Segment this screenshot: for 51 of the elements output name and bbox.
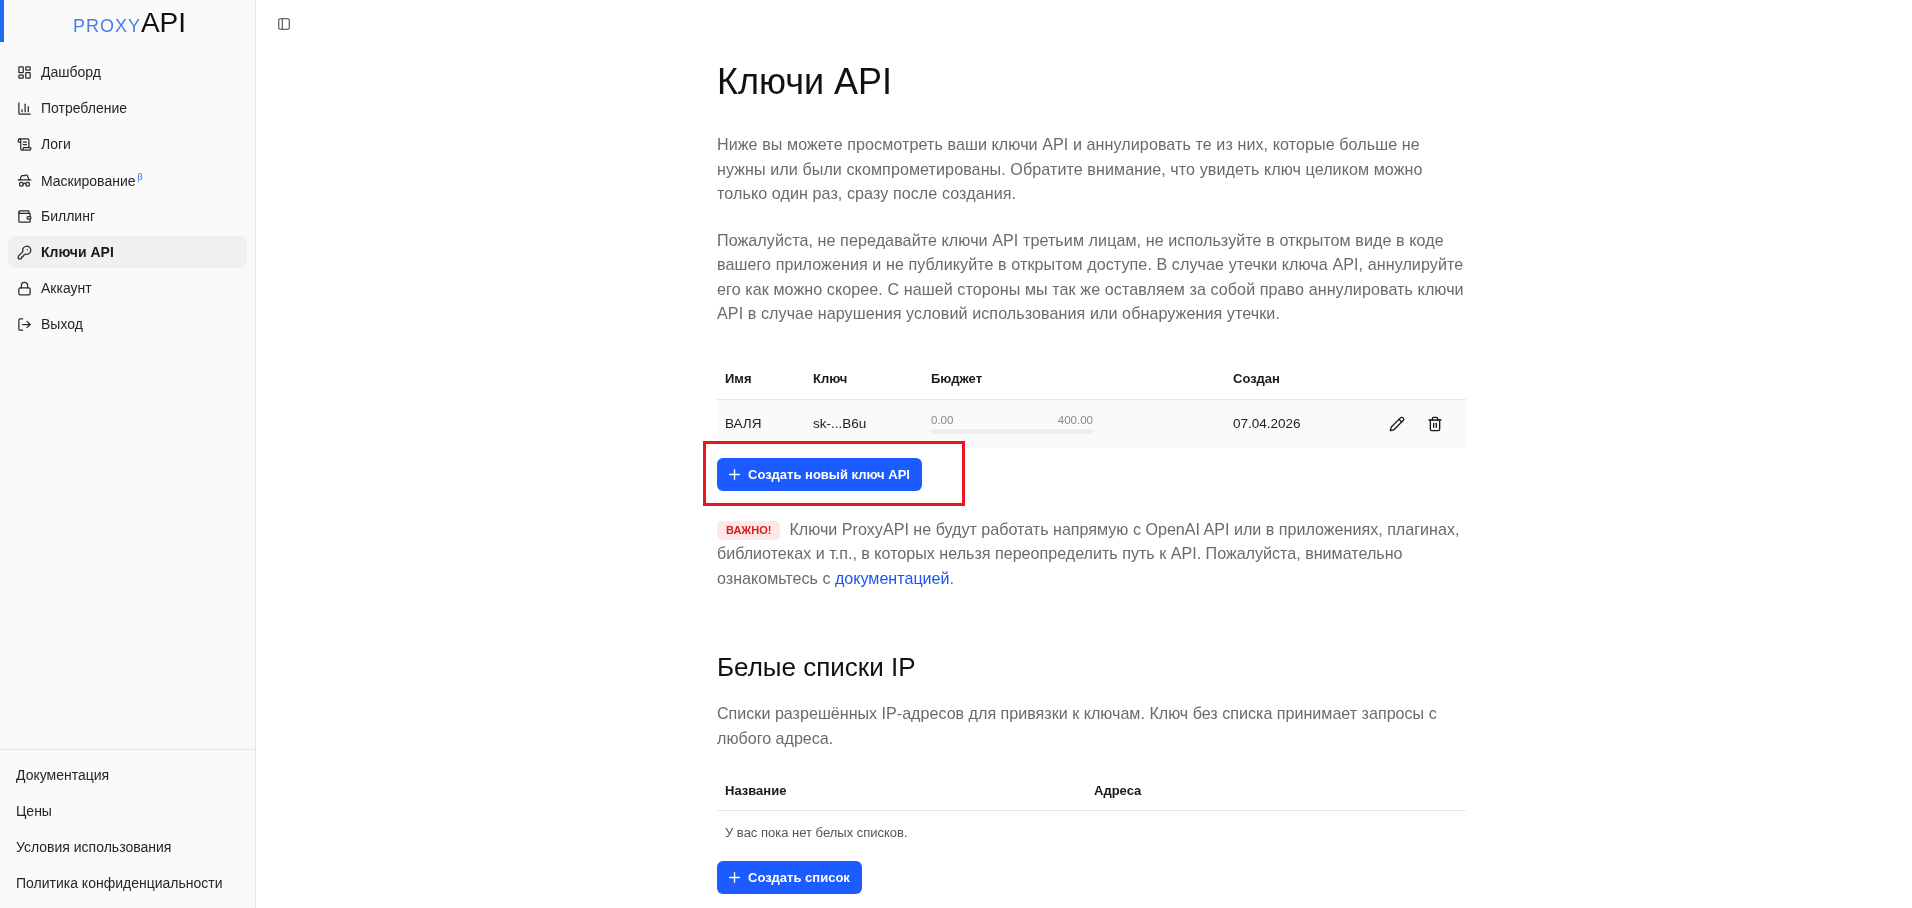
nav-item[interactable]: Биллинг — [8, 200, 247, 232]
table-cell-text: ВАЛЯ — [724, 416, 762, 431]
panel-icon — [277, 17, 291, 31]
edit-button[interactable] — [1389, 415, 1405, 432]
intro-paragraph: Ниже вы можете просмотреть ваши ключи API и аннулировать те из них, которые больше не нужны или были скомпрометированы. Обратите внимание, что увидеть ключ целиком можно только один раз, сразу после создания. — [717, 134, 1424, 204]
column-header: Ключ — [812, 371, 849, 386]
footer-link[interactable]: Политика конфиденциальности — [0, 865, 223, 901]
lock-icon — [17, 280, 32, 296]
trash-icon — [1427, 415, 1443, 432]
dashboard-icon — [17, 64, 32, 80]
footer-link[interactable]: Цены — [0, 793, 52, 829]
section-title: Белые списки IP — [717, 651, 917, 684]
accent-bar — [0, 0, 4, 42]
table-cell-text: sk-...B6u — [812, 416, 867, 431]
nav-item[interactable]: Дашборд — [8, 56, 247, 88]
scroll-icon — [17, 136, 32, 152]
intro-paragraph: Пожалуйста, не передавайте ключи API третьим лицам, не используйте в открытом виде в коде вашего приложения и не публикуйте в открытом доступе. В случае утечки ключа API, аннулируйте его как можно скорее. С нашей стороны мы так же оставляем за собой право аннулировать ключи API в случае нарушения условий использования или обнаружения утечки. — [717, 229, 1465, 324]
nav-item[interactable]: Ключи API — [8, 236, 247, 268]
budget-spent: 0.00 — [931, 413, 954, 426]
plus-icon — [729, 872, 740, 883]
nav-item[interactable]: Потребление — [8, 92, 247, 124]
pencil-icon — [1389, 415, 1405, 432]
hat-glasses-icon — [17, 172, 32, 188]
nav-item[interactable]: Маскирование$^{β}$ — [8, 164, 247, 196]
footer-link[interactable]: Документация — [0, 757, 110, 793]
notice-text: ВАЖНО! Ключи ProxyAPI не будут работать напрямую с OpenAI API или в приложениях, плагинах, библиотеках и т.п., в которых нельзя переопределить путь к API. Пожалуйста, внимательно ознакомьтесь с документацией. — [717, 518, 1461, 589]
column-header: Адреса — [1093, 782, 1143, 798]
documentation-link[interactable]: документацией — [834, 568, 950, 587]
plus-icon — [729, 468, 740, 480]
logo[interactable]: PROXYAPI — [72, 9, 187, 37]
budget-limit: 400.00 — [1057, 413, 1093, 426]
create-list-button[interactable]: Создать список — [717, 861, 862, 894]
important-badge: ВАЖНО! — [717, 520, 781, 540]
column-header: Бюджет — [930, 371, 983, 386]
wallet-icon — [17, 208, 32, 224]
column-header: Название — [724, 782, 788, 798]
nav-item[interactable]: Аккаунт — [8, 272, 247, 304]
footer-link[interactable]: Условия использования — [0, 829, 172, 865]
section-description: Списки разрешённых IP-адресов для привязки к ключам. Ключ без списка принимает запросы с любого адреса. — [717, 703, 1438, 749]
page-title: Ключи API — [717, 60, 894, 104]
create-key-button[interactable]: Создать новый ключ API — [717, 457, 922, 491]
empty-state-text: У вас пока нет белых списков. — [724, 824, 908, 840]
column-header: Имя — [724, 371, 753, 386]
nav-item[interactable]: Выход — [8, 308, 247, 340]
logout-icon — [17, 316, 32, 332]
key-icon — [17, 244, 32, 260]
column-header: Создан — [1232, 371, 1281, 386]
delete-button[interactable] — [1427, 415, 1443, 432]
nav-item[interactable]: Логи — [8, 128, 247, 160]
table-cell-text: 07.04.2026 — [1232, 416, 1301, 431]
bar-chart-icon — [17, 100, 32, 116]
